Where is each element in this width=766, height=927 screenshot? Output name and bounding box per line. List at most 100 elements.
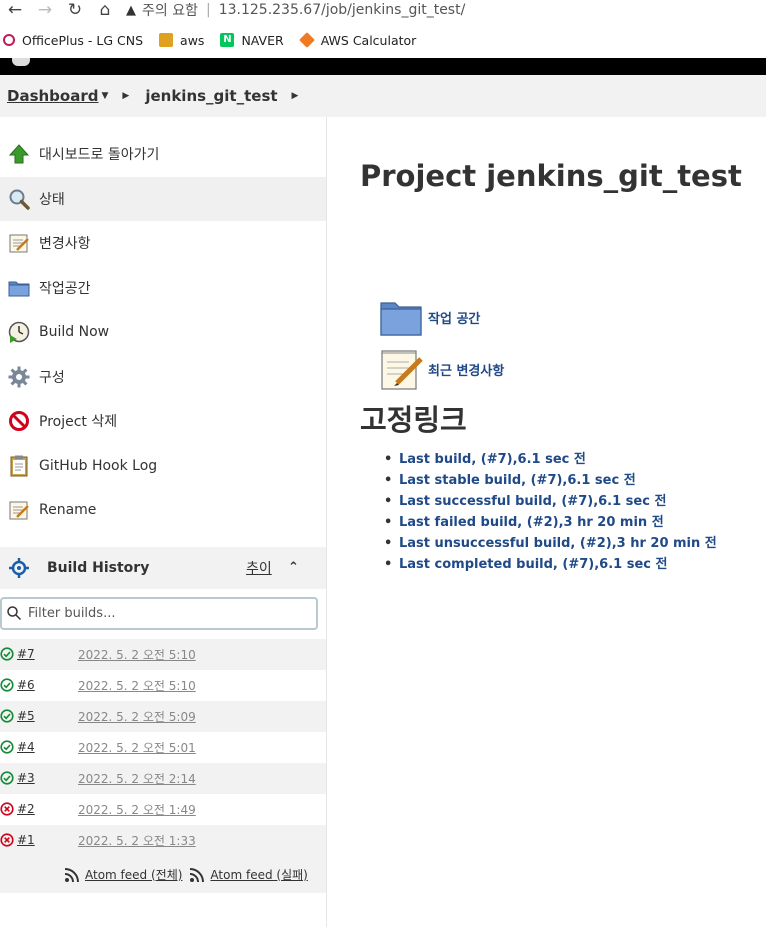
- task-label: 상태: [39, 191, 65, 208]
- task-configure[interactable]: 구성: [0, 355, 326, 400]
- bookmark-label: AWS Calculator: [320, 32, 417, 48]
- dashboard-link[interactable]: Dashboard: [7, 87, 98, 105]
- build-date-link[interactable]: 2022. 5. 2 오전 5:01: [78, 739, 196, 756]
- success-check-icon: [0, 771, 14, 785]
- bookmark-naver[interactable]: N NAVER: [220, 33, 284, 48]
- task-back-to-dashboard[interactable]: 대시보드로 돌아가기: [0, 132, 326, 177]
- task-label: 대시보드로 돌아가기: [39, 147, 160, 164]
- build-row[interactable]: #1 2022. 5. 2 오전 1:33: [0, 824, 326, 856]
- project-links: 작업 공간 최근 변경사항: [378, 291, 504, 395]
- permalink-last-successful-build[interactable]: Last successful build, (#7),6.1 sec 전: [384, 491, 717, 512]
- search-icon: [8, 188, 30, 210]
- rss-icon: [190, 867, 205, 882]
- build-date-link[interactable]: 2022. 5. 2 오전 5:09: [78, 708, 196, 725]
- build-row[interactable]: #3 2022. 5. 2 오전 2:14: [0, 762, 326, 794]
- task-delete-project[interactable]: Project 삭제: [0, 399, 326, 444]
- build-date-link[interactable]: 2022. 5. 2 오전 1:33: [78, 832, 196, 849]
- workspace-link[interactable]: 작업 공간: [378, 291, 504, 343]
- chevron-down-icon[interactable]: ▼: [101, 91, 108, 101]
- filter-builds-box[interactable]: [0, 596, 318, 630]
- task-label: Build Now: [39, 324, 110, 341]
- build-number-link[interactable]: #5: [17, 709, 35, 723]
- build-row[interactable]: #4 2022. 5. 2 오전 5:01: [0, 732, 326, 763]
- build-row[interactable]: #7 2022. 5. 2 오전 5:10: [0, 638, 326, 670]
- build-date-link[interactable]: 2022. 5. 2 오전 2:14: [78, 770, 196, 787]
- filter-builds-input[interactable]: [28, 605, 298, 621]
- atom-feeds: Atom feed (전체) Atom feed (실패): [0, 855, 326, 893]
- address-bar[interactable]: ▲ 주의 요함 | 13.125.235.67/job/jenkins_git_…: [126, 0, 465, 20]
- build-number-link[interactable]: #1: [17, 833, 35, 847]
- chevron-right-icon[interactable]: ▶: [122, 91, 129, 101]
- build-number-link[interactable]: #6: [17, 678, 35, 692]
- bookmark-label: aws: [180, 32, 205, 48]
- build-row[interactable]: #2 2022. 5. 2 오전 1:49: [0, 794, 326, 825]
- bookmark-aws[interactable]: aws: [159, 33, 204, 48]
- security-label: 주의 요함: [142, 3, 198, 19]
- atom-feed-failed-label: Atom feed (실패): [210, 867, 308, 882]
- no-entry-icon: [8, 410, 30, 432]
- task-label: 구성: [39, 369, 65, 386]
- back-arrow-icon[interactable]: ←: [0, 1, 30, 19]
- notepad-icon: [378, 347, 424, 391]
- task-label: 변경사항: [39, 236, 91, 253]
- task-workspace[interactable]: 작업공간: [0, 266, 326, 311]
- page-title: Project jenkins_git_test: [360, 159, 742, 193]
- browser-chrome: ← → ↻ ⌂ ▲ 주의 요함 | 13.125.235.67/job/jenk…: [0, 0, 766, 58]
- home-icon[interactable]: ⌂: [90, 1, 120, 19]
- build-row[interactable]: #6 2022. 5. 2 오전 5:10: [0, 670, 326, 701]
- permalink-last-unsuccessful-build[interactable]: Last unsuccessful build, (#2),3 hr 20 mi…: [384, 533, 717, 554]
- jenkins-logo-icon[interactable]: [12, 58, 30, 66]
- build-date-link[interactable]: 2022. 5. 2 오전 5:10: [78, 646, 196, 663]
- chevron-right-icon[interactable]: ▶: [292, 91, 299, 101]
- bookmark-officeplus[interactable]: OfficePlus - LG CNS: [0, 33, 143, 48]
- clock-icon: [8, 321, 30, 344]
- forward-arrow-icon[interactable]: →: [30, 1, 60, 19]
- url-text[interactable]: 13.125.235.67/job/jenkins_git_test/: [219, 2, 466, 18]
- breadcrumb: Dashboard ▼ ▶ jenkins_git_test ▶: [0, 75, 766, 117]
- permalinks-list: Last build, (#7),6.1 sec 전 Last stable b…: [384, 449, 717, 575]
- task-label: Rename: [39, 502, 97, 519]
- success-check-icon: [0, 647, 14, 661]
- task-github-hook-log[interactable]: GitHub Hook Log: [0, 444, 326, 489]
- task-status[interactable]: 상태: [0, 176, 326, 221]
- task-rename[interactable]: Rename: [0, 488, 326, 533]
- gear-icon: [8, 366, 30, 388]
- build-number-link[interactable]: #4: [17, 740, 35, 754]
- permalink-last-completed-build[interactable]: Last completed build, (#7),6.1 sec 전: [384, 554, 717, 575]
- aws-calculator-icon: [298, 32, 315, 48]
- breadcrumb-dashboard[interactable]: Dashboard ▼: [0, 87, 108, 105]
- officeplus-icon: [3, 34, 15, 46]
- task-changes[interactable]: 변경사항: [0, 221, 326, 266]
- bookmark-aws-calculator[interactable]: AWS Calculator: [298, 32, 417, 48]
- success-check-icon: [0, 740, 14, 754]
- build-row[interactable]: #5 2022. 5. 2 오전 5:09: [0, 700, 326, 732]
- chevron-up-icon[interactable]: ⌃: [288, 560, 299, 575]
- atom-feed-all-link[interactable]: Atom feed (전체): [64, 866, 182, 883]
- build-number-link[interactable]: #2: [17, 802, 35, 816]
- folder-icon: [8, 277, 30, 299]
- clipboard-icon: [8, 455, 30, 477]
- permalink-last-stable-build[interactable]: Last stable build, (#7),6.1 sec 전: [384, 470, 717, 491]
- breadcrumb-job[interactable]: jenkins_git_test: [145, 87, 277, 105]
- recent-changes-link[interactable]: 최근 변경사항: [378, 343, 504, 395]
- permalink-last-failed-build[interactable]: Last failed build, (#2),3 hr 20 min 전: [384, 512, 717, 533]
- workspace-link-label: 작업 공간: [428, 311, 481, 327]
- build-number-link[interactable]: #7: [17, 647, 35, 661]
- build-date-link[interactable]: 2022. 5. 2 오전 5:10: [78, 677, 196, 694]
- task-build-now[interactable]: Build Now: [0, 310, 326, 355]
- build-history-title: Build History: [47, 559, 150, 576]
- folder-icon: [378, 295, 424, 339]
- success-check-icon: [0, 678, 14, 692]
- atom-feed-all-label: Atom feed (전체): [85, 867, 183, 882]
- task-label: GitHub Hook Log: [39, 457, 158, 474]
- task-label: Project 삭제: [39, 414, 118, 431]
- reload-icon[interactable]: ↻: [60, 1, 90, 19]
- recent-changes-link-label: 최근 변경사항: [428, 363, 505, 379]
- trend-link[interactable]: 추이: [246, 558, 272, 578]
- atom-feed-failed-link[interactable]: Atom feed (실패): [189, 866, 308, 883]
- build-number-link[interactable]: #3: [17, 771, 35, 785]
- permalink-last-build[interactable]: Last build, (#7),6.1 sec 전: [384, 449, 717, 470]
- naver-icon: N: [220, 33, 235, 47]
- build-date-link[interactable]: 2022. 5. 2 오전 1:49: [78, 801, 196, 818]
- rss-icon: [64, 867, 79, 882]
